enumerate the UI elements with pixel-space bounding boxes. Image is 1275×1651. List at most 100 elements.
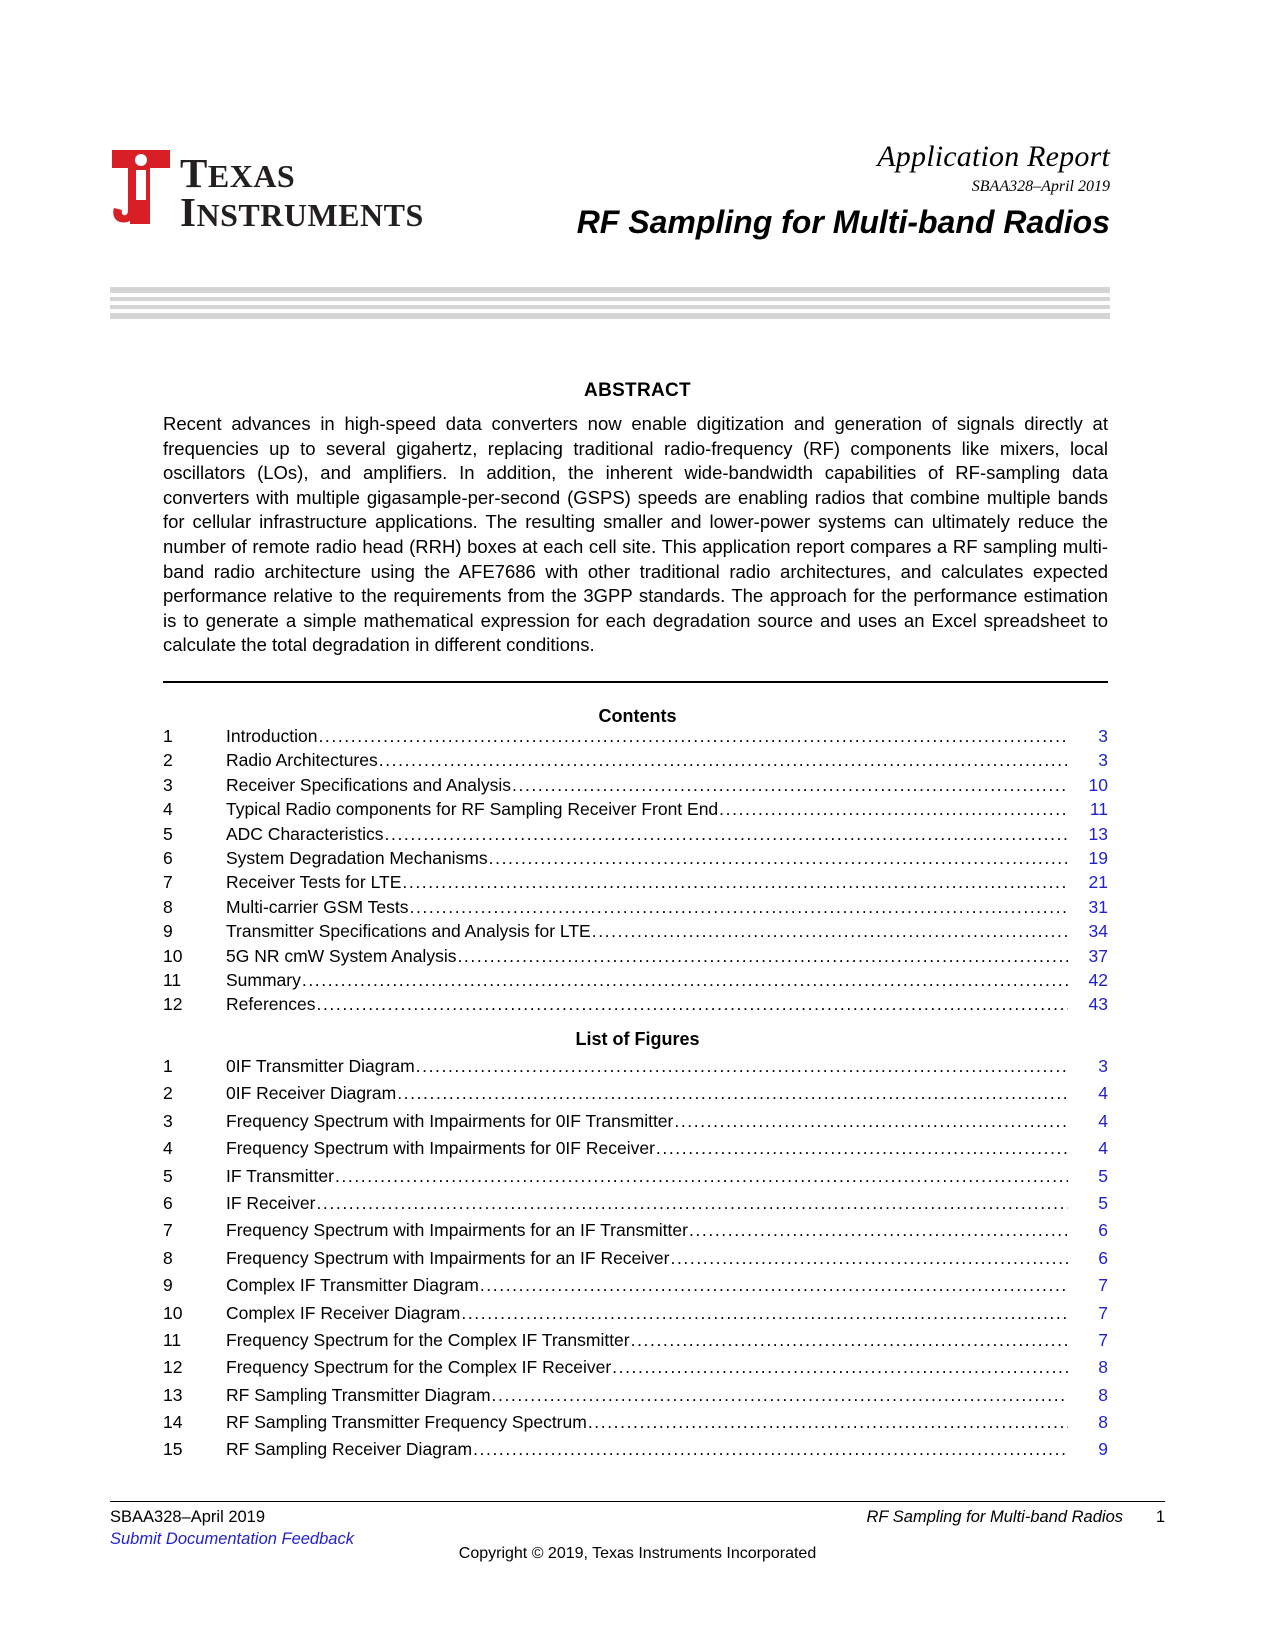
- figure-entry-label: Frequency Spectrum with Impairments for …: [226, 1220, 688, 1241]
- figure-entry-row[interactable]: 13 RF Sampling Transmitter Diagram.......…: [163, 1384, 1108, 1414]
- ti-wordmark-instruments: INSTRUMENTS: [180, 189, 424, 236]
- contents-entry-page-number: 3: [1098, 750, 1108, 771]
- contents-entry-label: Transmitter Specifications and Analysis …: [226, 921, 591, 942]
- figure-entry-number: 13: [163, 1384, 183, 1405]
- figure-entry-page-number: 8: [1098, 1412, 1108, 1433]
- footer-top-row: SBAA328–April 2019 RF Sampling for Multi…: [110, 1508, 1165, 1527]
- figure-entry-row[interactable]: 15 RF Sampling Receiver Diagram..........…: [163, 1441, 1108, 1468]
- figure-entry-number: 1: [163, 1056, 173, 1076]
- contents-entry-label: ADC Characteristics: [226, 823, 384, 844]
- figure-entry-label: IF Transmitter: [226, 1165, 334, 1186]
- figure-entry-row[interactable]: 10 Complex IF Receiver Diagram...........…: [163, 1302, 1108, 1332]
- figure-entry-number: 8: [163, 1247, 173, 1268]
- figure-entry-leader-dots: ........................................…: [491, 1386, 1068, 1405]
- contents-entry-number: 6: [163, 847, 173, 868]
- figure-entry-number: 10: [163, 1302, 183, 1323]
- figure-entry-row[interactable]: 8 Frequency Spectrum with Impairments for…: [163, 1247, 1108, 1277]
- figure-entry-leader-dots: ........................................…: [397, 1085, 1068, 1103]
- figure-entry-label: RF Sampling Transmitter Diagram: [226, 1384, 491, 1405]
- figure-entry-label: 0IF Transmitter Diagram: [226, 1056, 415, 1076]
- contents-entry-number: 1: [163, 726, 173, 746]
- contents-entry-number: 2: [163, 750, 173, 771]
- contents-entry-page-number: 10: [1088, 774, 1108, 795]
- contents-entry-leader-dots: ........................................…: [301, 971, 1068, 990]
- contents-entry-row[interactable]: 8 Multi-carrier GSM Tests................…: [163, 896, 1108, 923]
- contents-entry-number: 9: [163, 921, 173, 942]
- contents-entry-number: 5: [163, 823, 173, 844]
- figure-entry-row[interactable]: 14 RF Sampling Transmitter Frequency Spec…: [163, 1414, 1108, 1441]
- figure-entry-leader-dots: ........................................…: [334, 1167, 1068, 1186]
- figure-entry-page-number: 4: [1098, 1138, 1108, 1159]
- contents-entry-number: 7: [163, 872, 173, 893]
- figure-entry-label: 0IF Receiver Diagram: [226, 1083, 397, 1104]
- contents-entry-row[interactable]: 7 Receiver Tests for LTE.................…: [163, 874, 1108, 898]
- ti-logo-mark-icon: [110, 148, 172, 226]
- contents-entry-row[interactable]: 1 Introduction...........................…: [163, 726, 1108, 752]
- figure-entry-leader-dots: ........................................…: [674, 1112, 1068, 1131]
- contents-entry-label: Receiver Specifications and Analysis: [226, 774, 512, 795]
- contents-entry-row[interactable]: 2 Radio Architectures....................…: [163, 752, 1108, 776]
- report-type: Application Report: [877, 140, 1110, 173]
- page-title: RF Sampling for Multi-band Radios: [576, 204, 1110, 240]
- contents-entry-page-number: 19: [1088, 847, 1108, 868]
- figure-entry-leader-dots: ........................................…: [670, 1249, 1069, 1268]
- rule-bar: [110, 297, 1110, 301]
- figure-entry-page-number: 6: [1098, 1220, 1108, 1241]
- figure-entry-row[interactable]: 7 Frequency Spectrum with Impairments for…: [163, 1222, 1108, 1249]
- abstract-heading: ABSTRACT: [584, 380, 691, 401]
- figure-entry-row[interactable]: 1 0IF Transmitter Diagram................…: [163, 1056, 1108, 1085]
- figure-entry-page-number: 3: [1098, 1056, 1108, 1076]
- figure-entry-page-number: 7: [1098, 1275, 1108, 1296]
- contents-entry-row[interactable]: 4 Typical Radio components for RF Samplin…: [163, 801, 1108, 825]
- contents-entry-row[interactable]: 10 5G NR cmW System Analysis.............…: [163, 945, 1108, 972]
- figure-entry-number: 12: [163, 1357, 183, 1378]
- ti-wordmark-texas: TEXAS: [180, 150, 296, 196]
- figure-entry-row[interactable]: 12 Frequency Spectrum for the Complex IF …: [163, 1359, 1108, 1386]
- rule-bar: [110, 287, 1110, 293]
- figure-entry-label: Frequency Spectrum with Impairments for …: [226, 1138, 655, 1159]
- contents-entry-number: 10: [163, 945, 183, 966]
- figure-entry-label: Complex IF Receiver Diagram: [226, 1302, 461, 1323]
- figure-entry-page-number: 8: [1098, 1357, 1108, 1378]
- figure-entry-number: 11: [163, 1329, 182, 1350]
- figure-entry-row[interactable]: 6 IF Receiver............................…: [163, 1192, 1108, 1222]
- figure-entry-leader-dots: ........................................…: [688, 1222, 1068, 1240]
- contents-entry-label: Introduction: [226, 726, 318, 746]
- figure-entry-row[interactable]: 2 0IF Receiver Diagram...................…: [163, 1085, 1108, 1112]
- figure-entry-leader-dots: ........................................…: [415, 1058, 1068, 1076]
- contents-entry-number: 3: [163, 774, 173, 795]
- contents-entry-leader-dots: ........................................…: [378, 752, 1068, 770]
- contents-entry-row[interactable]: 5 ADC Characteristics....................…: [163, 823, 1108, 850]
- figure-entry-leader-dots: ........................................…: [587, 1414, 1068, 1432]
- contents-entry-number: 11: [163, 969, 182, 990]
- figure-entry-row[interactable]: 3 Frequency Spectrum with Impairments for…: [163, 1112, 1108, 1140]
- contents-entry-row[interactable]: 11 Summary...............................…: [163, 969, 1108, 996]
- figure-entry-number: 9: [163, 1275, 173, 1296]
- figure-entry-label: RF Sampling Receiver Diagram: [226, 1439, 473, 1460]
- ti-logo: TEXAS INSTRUMENTS: [110, 148, 424, 233]
- figure-entry-number: 5: [163, 1165, 173, 1186]
- contents-entry-row[interactable]: 12 References............................…: [163, 996, 1108, 1020]
- contents-entry-row[interactable]: 9 Transmitter Specifications and Analysis…: [163, 923, 1108, 947]
- contents-entry-page-number: 11: [1089, 799, 1108, 820]
- section-divider: [163, 681, 1108, 683]
- figure-entry-label: Frequency Spectrum for the Complex IF Re…: [226, 1357, 612, 1378]
- contents-entry-page-number: 31: [1088, 896, 1108, 917]
- footer-document-title: RF Sampling for Multi-band Radios: [866, 1508, 1123, 1526]
- figure-entry-row[interactable]: 5 IF Transmitter.........................…: [163, 1165, 1108, 1195]
- figure-entry-leader-dots: ........................................…: [655, 1140, 1068, 1158]
- contents-entry-leader-dots: ........................................…: [318, 728, 1068, 746]
- contents-entry-row[interactable]: 3 Receiver Specifications and Analysis...…: [163, 774, 1108, 801]
- figure-entry-row[interactable]: 4 Frequency Spectrum with Impairments for…: [163, 1140, 1108, 1167]
- figure-entry-row[interactable]: 11 Frequency Spectrum for the Complex IF …: [163, 1329, 1108, 1359]
- figure-entry-row[interactable]: 9 Complex IF Transmitter Diagram.........…: [163, 1277, 1108, 1304]
- contents-entry-number: 4: [163, 799, 173, 820]
- rule-bar: [110, 313, 1110, 319]
- figure-entry-leader-dots: ........................................…: [612, 1359, 1068, 1377]
- abstract-body: Recent advances in high-speed data conve…: [163, 413, 1108, 656]
- contents-entry-row[interactable]: 6 System Degradation Mechanisms..........…: [163, 847, 1108, 874]
- figure-entry-page-number: 5: [1098, 1192, 1108, 1213]
- figure-entry-number: 2: [163, 1083, 173, 1104]
- contents-entry-page-number: 21: [1088, 872, 1108, 893]
- ti-wordmark: TEXAS INSTRUMENTS: [180, 148, 424, 233]
